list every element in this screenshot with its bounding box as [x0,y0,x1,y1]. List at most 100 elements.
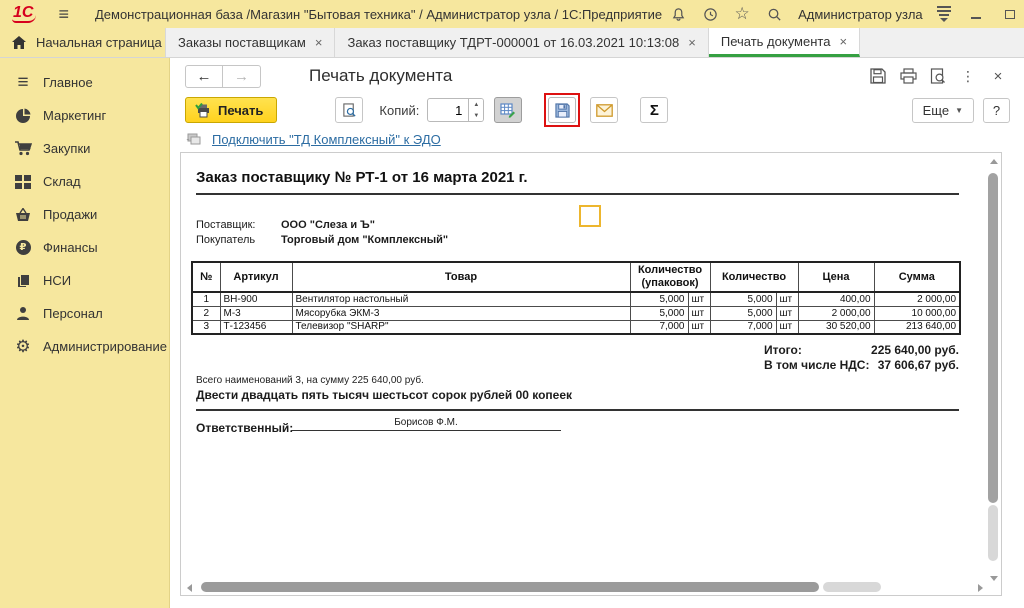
back-button[interactable]: ← [185,65,223,88]
preview-icon[interactable] [926,65,950,87]
sidebar-item-sales[interactable]: Продажи [0,198,169,231]
edo-connect-link[interactable]: Подключить "ТД Комплексный" к ЭДО [212,132,441,147]
command-bar: Печать Копий: ▲ ▼ [170,94,1024,126]
sidebar-item-label: Маркетинг [43,108,106,123]
totals-block: Итого: 225 640,00 руб. В том числе НДС: … [764,343,959,373]
horizontal-scrollbar[interactable] [185,582,985,592]
edo-link-row: Подключить "ТД Комплексный" к ЭДО [170,126,1024,152]
table-row[interactable]: 1 ВН-900 Вентилятор настольный 5,000 шт … [192,292,960,306]
responsible-signature: Борисов Ф.М. [291,417,561,431]
print-icon[interactable] [896,65,920,87]
copies-stepper[interactable]: ▲ ▼ [427,98,484,122]
favorites-star-icon[interactable]: ☆ [726,2,758,26]
sidebar-item-purchases[interactable]: Закупки [0,132,169,165]
sidebar-item-label: Склад [43,174,81,189]
spin-up-icon[interactable]: ▲ [469,99,483,110]
more-button[interactable]: Еще ▼ [912,98,974,123]
print-form: Заказ поставщику № РТ-1 от 16 марта 2021… [181,153,1001,595]
scroll-left-icon[interactable] [187,584,192,592]
sidebar-item-label: Персонал [43,306,103,321]
scroll-right-icon[interactable] [978,584,983,592]
close-tab-icon[interactable]: × [315,35,323,50]
tab-label: Начальная страница [36,35,162,50]
maximize-button[interactable] [993,2,1024,26]
sidebar-item-label: Финансы [43,240,98,255]
horizontal-scroll-thumb[interactable] [201,582,819,592]
items-summary: Всего наименований 3, на сумму 225 640,0… [196,375,424,386]
edit-table-button[interactable] [494,97,522,123]
sidebar-item-label: НСИ [43,273,71,288]
chevron-down-icon: ▼ [955,106,963,115]
current-user[interactable]: Администратор узла [798,7,923,22]
sum-button[interactable]: Σ [640,97,668,123]
home-icon [12,36,26,49]
print-button[interactable]: Печать [185,97,277,123]
close-tab-icon[interactable]: × [839,34,847,49]
scroll-up-icon[interactable] [990,159,998,164]
tab-bar: Начальная страница Заказы поставщикам × … [0,28,1024,58]
more-button-label: Еще [923,103,949,118]
sidebar-item-administration[interactable]: ⚙ Администрирование [0,330,169,363]
horizontal-scroll-track[interactable] [823,582,881,592]
sidebar-item-main[interactable]: ≡ Главное [0,66,169,99]
selected-cell-cursor[interactable] [579,205,601,227]
close-tab-icon[interactable]: × [688,35,696,50]
vat-value: 37 606,67 руб. [878,358,959,373]
shopping-cart-icon [13,140,33,158]
table-row[interactable]: 3 Т-123456 Телевизор "SHARP" 7,000 шт 7,… [192,320,960,334]
sidebar-item-label: Администрирование [43,339,167,354]
save-file-button[interactable] [548,97,576,123]
sections-sidebar: ≡ Главное Маркетинг Закупки Склад Прод [0,58,170,608]
vertical-scroll-thumb[interactable] [988,173,998,503]
scroll-down-icon[interactable] [990,576,998,581]
close-form-icon[interactable]: × [986,65,1010,87]
notifications-bell-icon[interactable] [662,2,694,26]
gear-icon: ⚙ [13,338,33,356]
window-title: Демонстрационная база /Магазин "Бытовая … [95,7,662,22]
title-bar: 1С ≡ Демонстрационная база /Магазин "Быт… [0,0,1024,28]
copies-input[interactable] [427,98,469,122]
responsible-label: Ответственный: [196,421,293,435]
col-sku: Артикул [220,262,292,292]
vertical-scrollbar[interactable] [988,157,998,583]
tab-purchase-order-document[interactable]: Заказ поставщику ТДРТ-000001 от 16.03.20… [335,28,708,57]
buyer-value: Торговый дом "Комплексный" [281,234,448,246]
sidebar-item-personnel[interactable]: Персонал [0,297,169,330]
print-preview-button[interactable] [335,97,363,123]
spreadsheet-viewport[interactable]: Заказ поставщику № РТ-1 от 16 марта 2021… [180,152,1002,596]
divider [196,193,959,195]
main-menu-icon[interactable]: ≡ [58,6,69,22]
reference-cards-icon [13,272,33,290]
spin-down-icon[interactable]: ▼ [469,110,483,121]
service-menu-icon[interactable] [929,6,959,22]
vertical-scroll-track[interactable] [988,505,998,561]
send-email-button[interactable] [590,97,618,123]
sidebar-item-marketing[interactable]: Маркетинг [0,99,169,132]
more-actions-icon[interactable]: ⋮ [956,65,980,87]
search-icon[interactable] [758,2,790,26]
minimize-button[interactable] [959,2,993,26]
tab-purchase-orders[interactable]: Заказы поставщикам × [166,28,335,57]
total-value: 225 640,00 руб. [871,343,959,358]
sidebar-item-label: Закупки [43,141,90,156]
tab-print-document[interactable]: Печать документа × [709,28,860,57]
ruble-coin-icon: ₽ [13,239,33,257]
vat-label: В том числе НДС: [764,358,869,373]
forward-button[interactable]: → [223,65,261,88]
person-icon [13,305,33,323]
print-button-label: Печать [218,103,263,118]
sidebar-item-label: Главное [43,75,93,90]
sidebar-item-finance[interactable]: ₽ Финансы [0,231,169,264]
history-icon[interactable] [694,2,726,26]
menu-lines-icon: ≡ [13,74,33,92]
sidebar-item-warehouse[interactable]: Склад [0,165,169,198]
help-button[interactable]: ? [983,98,1010,123]
save-icon[interactable] [866,65,890,87]
col-price: Цена [798,262,874,292]
col-qty-pack: Количество (упаковок) [630,262,710,292]
sidebar-item-nsi[interactable]: НСИ [0,264,169,297]
pie-chart-icon [13,107,33,125]
tab-home-page[interactable]: Начальная страница [0,28,166,57]
table-row[interactable]: 2 М-3 Мясорубка ЭКМ-3 5,000 шт 5,000 шт … [192,306,960,320]
supplier-value: ООО "Слеза и Ъ" [281,219,375,231]
